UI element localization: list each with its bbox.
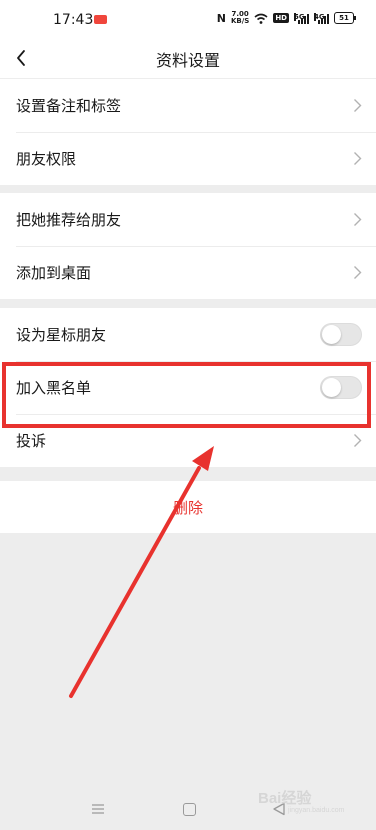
cell-label: 朋友权限 [16, 150, 77, 168]
chevron-right-icon [354, 266, 362, 279]
chevron-right-icon [354, 213, 362, 226]
cell-label: 设为星标朋友 [16, 326, 107, 344]
wifi-icon [254, 13, 268, 24]
delete-button[interactable]: 删除 [0, 481, 376, 533]
watermark-brand: Bai经验 [258, 790, 312, 807]
chevron-right-icon [354, 99, 362, 112]
status-indicators: N 7.00 KB/S HD 5G 4G 51 [216, 11, 356, 25]
status-bar: 17:43 N 7.00 KB/S HD 5G 4G 51 [0, 0, 376, 40]
settings-group-remark: 设置备注和标签 朋友权限 [0, 79, 376, 185]
chevron-right-icon [354, 434, 362, 447]
status-time: 17:43 [53, 12, 94, 28]
recommend-to-friend-item[interactable]: 把她推荐给朋友 [0, 193, 376, 246]
battery-icon: 51 [334, 12, 356, 24]
add-to-desktop-item[interactable]: 添加到桌面 [0, 246, 376, 299]
delete-label: 删除 [172, 498, 203, 517]
network-speed: 7.00 KB/S [231, 11, 249, 25]
chevron-right-icon [354, 152, 362, 165]
settings-group-share: 把她推荐给朋友 添加到桌面 [0, 193, 376, 299]
watermark-url: jingyan.baidu.com [288, 807, 345, 814]
hd-badge: HD [273, 13, 289, 23]
cell-label: 把她推荐给朋友 [16, 211, 122, 229]
home-icon[interactable] [183, 803, 196, 816]
network-type-label: 5G [294, 12, 305, 21]
signal-icon: 4G [314, 12, 329, 24]
star-friend-toggle[interactable] [320, 323, 362, 346]
app-notification-icon [94, 15, 107, 24]
cell-label: 投诉 [16, 432, 47, 450]
set-remark-and-tags-item[interactable]: 设置备注和标签 [0, 79, 376, 132]
network-speed-unit: KB/S [230, 17, 250, 25]
star-friend-item: 设为星标朋友 [0, 308, 376, 361]
highlight-annotation-box [2, 362, 371, 428]
network-type-label: 4G [314, 12, 325, 21]
baidu-jingyan-watermark: Bai经验 jingyan.baidu.com [258, 787, 344, 814]
cell-label: 添加到桌面 [16, 264, 92, 282]
toggle-knob [322, 325, 341, 344]
friend-permissions-item[interactable]: 朋友权限 [0, 132, 376, 185]
menu-icon[interactable] [91, 803, 105, 815]
navigation-bar: 资料设置 [0, 40, 376, 78]
page-title: 资料设置 [155, 51, 220, 70]
signal-icon: 5G [294, 12, 309, 24]
nfc-icon: N [216, 11, 226, 25]
cell-label: 设置备注和标签 [16, 97, 122, 115]
